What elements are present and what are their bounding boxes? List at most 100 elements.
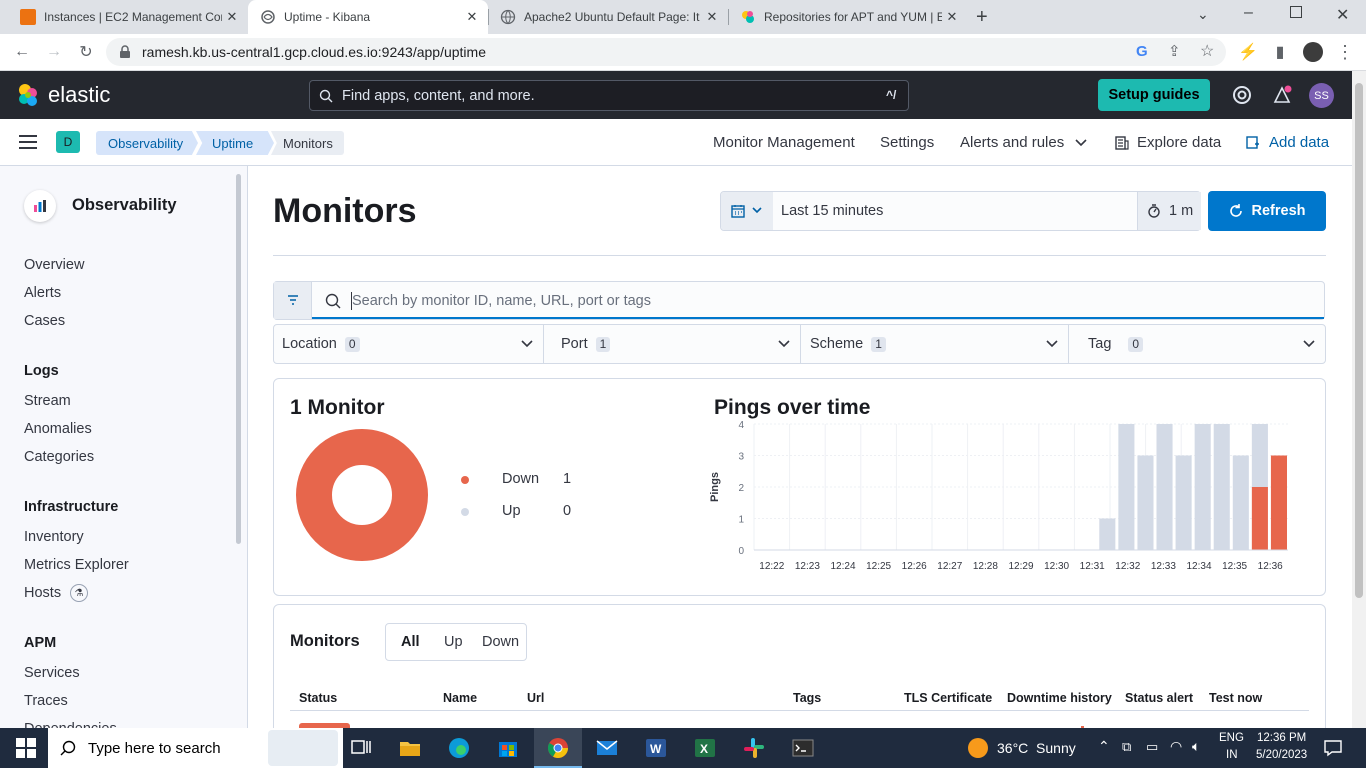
sidebar-item-categories[interactable]: Categories [24, 449, 94, 465]
column-status[interactable]: Status [299, 691, 337, 705]
clock-date[interactable]: 5/20/2023 [1256, 749, 1307, 761]
close-icon[interactable]: ✕ [462, 9, 482, 25]
notification-icon[interactable] [1323, 738, 1343, 758]
weather-text[interactable]: 36°C Sunny [997, 740, 1076, 756]
sidebar-item-inventory[interactable]: Inventory [24, 529, 84, 545]
sidebar-item-overview[interactable]: Overview [24, 257, 84, 273]
tab-search-icon[interactable]: ⌄ [1197, 6, 1209, 23]
new-tab-icon[interactable]: + [976, 6, 988, 29]
filter-tag[interactable]: Tag 0 [1069, 325, 1325, 363]
maximize-icon[interactable] [1290, 6, 1302, 18]
sidebar-scrollbar[interactable] [236, 174, 241, 544]
profile-avatar[interactable] [1303, 42, 1323, 62]
sidebar-item-traces[interactable]: Traces [24, 693, 68, 709]
status-tab-all[interactable]: All [401, 634, 420, 650]
sidebar-item-hosts[interactable]: Hosts [24, 585, 61, 601]
sidebar-item-stream[interactable]: Stream [24, 393, 71, 409]
slack-icon[interactable] [742, 736, 766, 760]
elastic-logo-text[interactable]: elastic [48, 82, 110, 108]
user-avatar[interactable]: SS [1309, 83, 1334, 108]
windows-start-icon[interactable] [14, 736, 38, 760]
sidepanel-icon[interactable]: ▮ [1269, 41, 1291, 63]
time-range-text[interactable]: Last 15 minutes [781, 203, 883, 219]
taskbar-search-box[interactable]: Type here to search [48, 728, 343, 768]
monitor-search-bar[interactable]: Search by monitor ID, name, URL, port or… [273, 281, 1325, 320]
column-url[interactable]: Url [527, 691, 544, 705]
sidebar-item-cases[interactable]: Cases [24, 313, 65, 329]
sidebar-item-metrics-explorer[interactable]: Metrics Explorer [24, 557, 129, 573]
lock-icon[interactable] [119, 45, 131, 59]
google-icon[interactable]: G [1136, 43, 1148, 60]
elastic-logo-icon[interactable] [16, 83, 40, 107]
address-bar[interactable]: ramesh.kb.us-central1.gcp.cloud.es.io:92… [106, 38, 1226, 66]
breadcrumb-observability[interactable]: Observability [96, 131, 198, 155]
add-data-link[interactable]: Add data [1269, 134, 1329, 151]
reload-icon[interactable]: ↻ [75, 41, 97, 63]
refresh-button[interactable]: Refresh [1208, 191, 1326, 231]
filter-location[interactable]: Location 0 [274, 325, 544, 363]
network-icon[interactable]: ⧉ [1122, 739, 1131, 755]
hamburger-menu-icon[interactable] [19, 135, 37, 149]
global-search-field[interactable]: Find apps, content, and more. ^/ [309, 80, 909, 111]
breadcrumb-uptime[interactable]: Uptime [196, 131, 274, 155]
global-search-placeholder: Find apps, content, and more. [342, 88, 535, 104]
explore-data-link[interactable]: Explore data [1137, 134, 1221, 151]
column-name[interactable]: Name [443, 691, 477, 705]
edge-icon[interactable] [447, 736, 471, 760]
date-picker[interactable]: Last 15 minutes 1 m [720, 191, 1201, 231]
alerts-rules-menu[interactable]: Alerts and rules [960, 134, 1064, 151]
extension-icon[interactable]: ⚡ [1237, 41, 1259, 63]
star-icon[interactable]: ☆ [1200, 41, 1214, 61]
back-icon[interactable]: ← [11, 41, 33, 63]
task-view-icon[interactable] [349, 736, 373, 760]
excel-icon[interactable]: X [693, 736, 717, 760]
close-icon[interactable]: ✕ [222, 9, 242, 25]
quick-menu-button[interactable] [721, 192, 773, 230]
x-tick-label: 12:31 [1080, 561, 1105, 572]
close-window-icon[interactable]: ✕ [1336, 5, 1349, 25]
chevron-down-icon [752, 207, 762, 214]
terminal-icon[interactable] [791, 736, 815, 760]
filter-port[interactable]: Port 1 [544, 325, 801, 363]
close-icon[interactable]: ✕ [942, 9, 962, 25]
more-menu-icon[interactable]: ⋮ [1334, 41, 1356, 63]
filter-options-button[interactable] [274, 282, 312, 319]
browser-tab-repos[interactable]: Repositories for APT and YUM | E ✕ [728, 0, 968, 34]
forward-icon[interactable]: → [43, 41, 65, 63]
file-explorer-icon[interactable] [398, 736, 422, 760]
word-icon[interactable]: W [644, 736, 668, 760]
share-icon[interactable]: ⇪ [1168, 42, 1181, 60]
mail-icon[interactable] [595, 736, 619, 760]
filter-scheme[interactable]: Scheme 1 [801, 325, 1069, 363]
sidebar-item-services[interactable]: Services [24, 665, 80, 681]
monitor-management-link[interactable]: Monitor Management [713, 134, 855, 151]
kibana-header: elastic Find apps, content, and more. ^/… [0, 71, 1366, 119]
weather-sun-icon[interactable] [968, 738, 988, 758]
page-scrollbar[interactable] [1352, 71, 1366, 728]
chevron-up-icon[interactable]: ⌃ [1098, 738, 1110, 755]
wifi-icon[interactable]: ◠ [1170, 738, 1182, 755]
chevron-down-icon[interactable] [1075, 138, 1087, 148]
auto-refresh-button[interactable]: 1 m [1137, 192, 1201, 230]
language-code[interactable]: ENG [1219, 732, 1244, 744]
space-avatar[interactable]: D [56, 131, 80, 153]
minimize-icon[interactable]: – [1244, 4, 1253, 22]
browser-tab-kibana[interactable]: Uptime - Kibana ✕ [248, 0, 488, 34]
browser-tab-apache[interactable]: Apache2 Ubuntu Default Page: It ✕ [488, 0, 728, 34]
news-feed-icon[interactable] [1272, 85, 1292, 105]
status-tab-down[interactable]: Down [482, 634, 519, 650]
help-icon[interactable] [1232, 85, 1252, 105]
browser-tab-ec2[interactable]: Instances | EC2 Management Cor ✕ [8, 0, 248, 34]
sidebar-item-anomalies[interactable]: Anomalies [24, 421, 92, 437]
settings-link[interactable]: Settings [880, 134, 934, 151]
sidebar-item-alerts[interactable]: Alerts [24, 285, 61, 301]
battery-icon[interactable]: ▭ [1146, 739, 1158, 755]
close-icon[interactable]: ✕ [702, 9, 722, 25]
status-tab-up[interactable]: Up [444, 634, 463, 650]
chrome-icon[interactable] [546, 736, 570, 760]
language-region[interactable]: IN [1226, 749, 1238, 761]
volume-icon[interactable]: 🔈︎ [1192, 738, 1200, 755]
setup-guides-button[interactable]: Setup guides [1098, 79, 1210, 111]
store-icon[interactable] [496, 736, 520, 760]
clock-time[interactable]: 12:36 PM [1257, 732, 1306, 744]
